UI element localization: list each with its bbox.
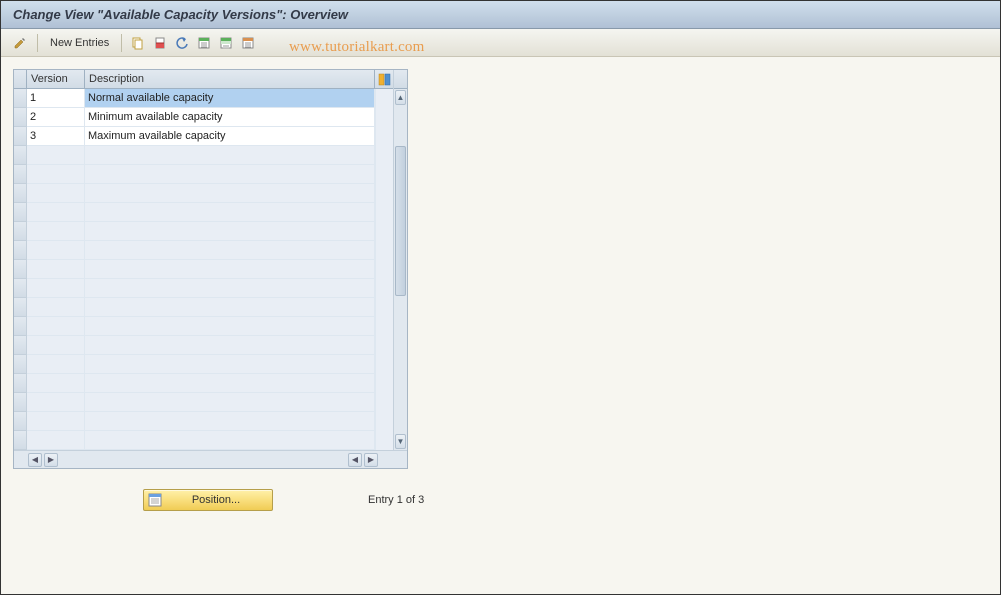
deselect-all-icon[interactable] [238, 33, 258, 53]
version-cell[interactable]: 1 [27, 89, 85, 108]
scroll-right-icon[interactable]: ▶ [364, 453, 378, 467]
row-selector[interactable] [14, 222, 27, 241]
version-cell[interactable]: 3 [27, 127, 85, 146]
description-cell[interactable] [85, 241, 375, 260]
description-cell[interactable] [85, 260, 375, 279]
description-cell[interactable] [85, 317, 375, 336]
row-selector[interactable] [14, 393, 27, 412]
description-cell[interactable] [85, 222, 375, 241]
position-icon [148, 493, 162, 507]
description-cell[interactable]: Maximum available capacity [85, 127, 375, 146]
version-cell[interactable] [27, 241, 85, 260]
delete-icon[interactable] [150, 33, 170, 53]
row-selector[interactable] [14, 165, 27, 184]
toolbar-separator [37, 34, 38, 52]
description-cell[interactable] [85, 431, 375, 450]
scroll-up-icon[interactable]: ▲ [395, 90, 406, 105]
version-cell[interactable] [27, 165, 85, 184]
row-selector[interactable] [14, 374, 27, 393]
scroll-right-icon[interactable]: ▶ [44, 453, 58, 467]
position-button-label: Position... [168, 494, 272, 506]
description-cell[interactable]: Normal available capacity [85, 89, 375, 108]
content-area: Version 123 Description Normal available… [1, 57, 1000, 523]
row-selector[interactable] [14, 317, 27, 336]
select-all-icon[interactable] [194, 33, 214, 53]
description-cell[interactable] [85, 279, 375, 298]
version-cell[interactable] [27, 431, 85, 450]
version-cell[interactable] [27, 336, 85, 355]
description-cell[interactable] [85, 336, 375, 355]
version-cell[interactable]: 2 [27, 108, 85, 127]
vertical-scrollbar[interactable]: ▲ ▼ [393, 70, 407, 450]
data-table: Version 123 Description Normal available… [13, 69, 408, 469]
row-selector[interactable] [14, 355, 27, 374]
version-cell[interactable] [27, 393, 85, 412]
row-selector-column [14, 70, 27, 450]
page-title: Change View "Available Capacity Versions… [1, 1, 1000, 29]
version-cell[interactable] [27, 374, 85, 393]
row-selector[interactable] [14, 336, 27, 355]
version-cell[interactable] [27, 222, 85, 241]
row-selector[interactable] [14, 260, 27, 279]
version-cell[interactable] [27, 298, 85, 317]
version-cell[interactable] [27, 146, 85, 165]
version-cell[interactable] [27, 260, 85, 279]
new-entries-button[interactable]: New Entries [44, 35, 115, 51]
version-cell[interactable] [27, 203, 85, 222]
copy-as-icon[interactable] [128, 33, 148, 53]
entry-status-text: Entry 1 of 3 [368, 494, 424, 506]
row-selector[interactable] [14, 298, 27, 317]
row-selector-header[interactable] [14, 70, 27, 89]
description-cell[interactable] [85, 203, 375, 222]
scroll-left-icon[interactable]: ◀ [28, 453, 42, 467]
position-button[interactable]: Position... [143, 489, 273, 511]
version-cell[interactable] [27, 184, 85, 203]
column-header-version[interactable]: Version [27, 70, 85, 89]
vertical-scroll-thumb[interactable] [395, 146, 406, 296]
row-selector[interactable] [14, 127, 27, 146]
app-toolbar: New Entries [1, 29, 1000, 57]
description-cell[interactable] [85, 184, 375, 203]
toolbar-separator [121, 34, 122, 52]
toggle-display-change-icon[interactable] [11, 33, 31, 53]
footer: Position... Entry 1 of 3 [13, 489, 988, 511]
version-cell[interactable] [27, 279, 85, 298]
version-cell[interactable] [27, 355, 85, 374]
description-cell[interactable] [85, 393, 375, 412]
scroll-down-icon[interactable]: ▼ [395, 434, 406, 449]
row-selector[interactable] [14, 184, 27, 203]
row-selector[interactable] [14, 108, 27, 127]
row-selector[interactable] [14, 279, 27, 298]
description-cell[interactable]: Minimum available capacity [85, 108, 375, 127]
description-cell[interactable] [85, 146, 375, 165]
undo-icon[interactable] [172, 33, 192, 53]
vertical-scroll-track[interactable] [394, 106, 407, 433]
row-selector[interactable] [14, 203, 27, 222]
description-cell[interactable] [85, 412, 375, 431]
row-selector[interactable] [14, 241, 27, 260]
select-block-icon[interactable] [216, 33, 236, 53]
table-settings-icon[interactable] [375, 70, 393, 89]
row-selector[interactable] [14, 431, 27, 450]
scroll-left-icon[interactable]: ◀ [348, 453, 362, 467]
row-selector[interactable] [14, 89, 27, 108]
column-header-description[interactable]: Description [85, 70, 375, 89]
row-selector[interactable] [14, 146, 27, 165]
description-cell[interactable] [85, 355, 375, 374]
horizontal-scrollbar[interactable]: ◀ ▶ ◀ ▶ [14, 450, 407, 468]
version-cell[interactable] [27, 412, 85, 431]
description-cell[interactable] [85, 374, 375, 393]
description-cell[interactable] [85, 165, 375, 184]
version-cell[interactable] [27, 317, 85, 336]
row-selector[interactable] [14, 412, 27, 431]
description-cell[interactable] [85, 298, 375, 317]
